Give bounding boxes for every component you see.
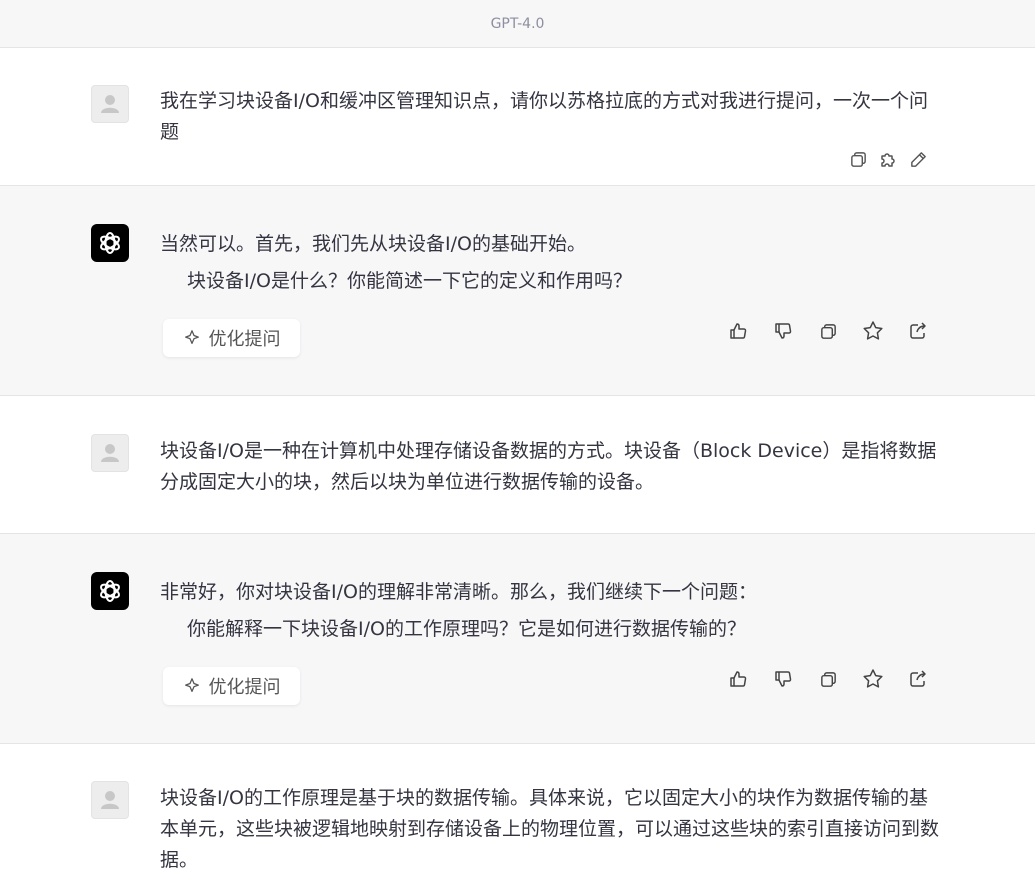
star-icon [863, 669, 883, 688]
optimize-question-button[interactable]: 优化提问 [163, 319, 300, 357]
copy-button[interactable] [847, 148, 869, 170]
user-avatar-icon [101, 791, 119, 809]
message-text: 我在学习块设备I/O和缓冲区管理知识点，请你以苏格拉底的方式对我进行提问，一次一… [160, 90, 928, 143]
thumbs-down-icon [775, 671, 792, 687]
message-text: 块设备I/O是一种在计算机中处理存储设备数据的方式。块设备（Block Devi… [160, 440, 937, 493]
thumbs-up-button[interactable] [727, 668, 749, 690]
thumbs-up-icon [730, 671, 747, 687]
thumbs-down-icon [775, 323, 792, 339]
message-user-3: 块设备I/O的工作原理是基于块的数据传输。具体来说，它以固定大小的块作为数据传输… [0, 743, 1035, 895]
copy-button[interactable] [817, 320, 839, 342]
message-assistant-2: 非常好，你对块设备I/O的理解非常清晰。那么，我们继续下一个问题： 你能解释一下… [0, 533, 1035, 743]
assistant-avatar [91, 572, 129, 610]
message-text: 你能解释一下块设备I/O的工作原理吗？它是如何进行数据传输的？ [187, 618, 746, 640]
thumbs-down-button[interactable] [772, 668, 794, 690]
share-button[interactable] [907, 668, 929, 690]
user-avatar [91, 781, 129, 819]
user-avatar-icon [101, 95, 119, 113]
user-avatar-icon [101, 444, 119, 462]
openai-logo-icon [100, 232, 120, 254]
message-text: 当然可以。首先，我们先从块设备I/O的基础开始。 [160, 233, 586, 255]
message-text: 非常好，你对块设备I/O的理解非常清晰。那么，我们继续下一个问题： [160, 581, 757, 603]
edit-icon [910, 151, 926, 167]
optimize-label: 优化提问 [208, 329, 281, 350]
optimize-question-button[interactable]: 优化提问 [163, 667, 300, 705]
sparkle-icon [183, 329, 201, 347]
star-icon [863, 321, 883, 340]
model-title: GPT-4.0 [490, 15, 545, 32]
edit-button[interactable] [907, 148, 929, 170]
thumbs-down-button[interactable] [772, 320, 794, 342]
message-assistant-1: 当然可以。首先，我们先从块设备I/O的基础开始。 块设备I/O是什么？你能简述一… [0, 185, 1035, 395]
user-avatar [91, 85, 129, 123]
copy-icon [820, 323, 836, 339]
sparkle-icon [183, 677, 201, 695]
favorite-button[interactable] [862, 320, 884, 342]
share-button[interactable] [907, 320, 929, 342]
openai-logo-icon [100, 580, 120, 602]
copy-icon [820, 671, 836, 687]
share-icon [910, 322, 926, 339]
plugin-button[interactable] [877, 148, 899, 170]
assistant-avatar [91, 224, 129, 262]
share-icon [910, 670, 926, 687]
thumbs-up-button[interactable] [727, 320, 749, 342]
optimize-label: 优化提问 [208, 677, 281, 698]
copy-button[interactable] [817, 668, 839, 690]
copy-icon [850, 151, 866, 167]
message-user-2: 块设备I/O是一种在计算机中处理存储设备数据的方式。块设备（Block Devi… [0, 395, 1035, 533]
thumbs-up-icon [730, 323, 747, 339]
message-user-1: 我在学习块设备I/O和缓冲区管理知识点，请你以苏格拉底的方式对我进行提问，一次一… [0, 48, 1035, 185]
favorite-button[interactable] [862, 668, 884, 690]
top-bar: GPT-4.0 [0, 0, 1035, 48]
message-text: 块设备I/O的工作原理是基于块的数据传输。具体来说，它以固定大小的块作为数据传输… [160, 787, 940, 871]
message-text: 块设备I/O是什么？你能简述一下它的定义和作用吗？ [187, 270, 632, 292]
user-avatar [91, 434, 129, 472]
plugin-icon [881, 153, 895, 167]
